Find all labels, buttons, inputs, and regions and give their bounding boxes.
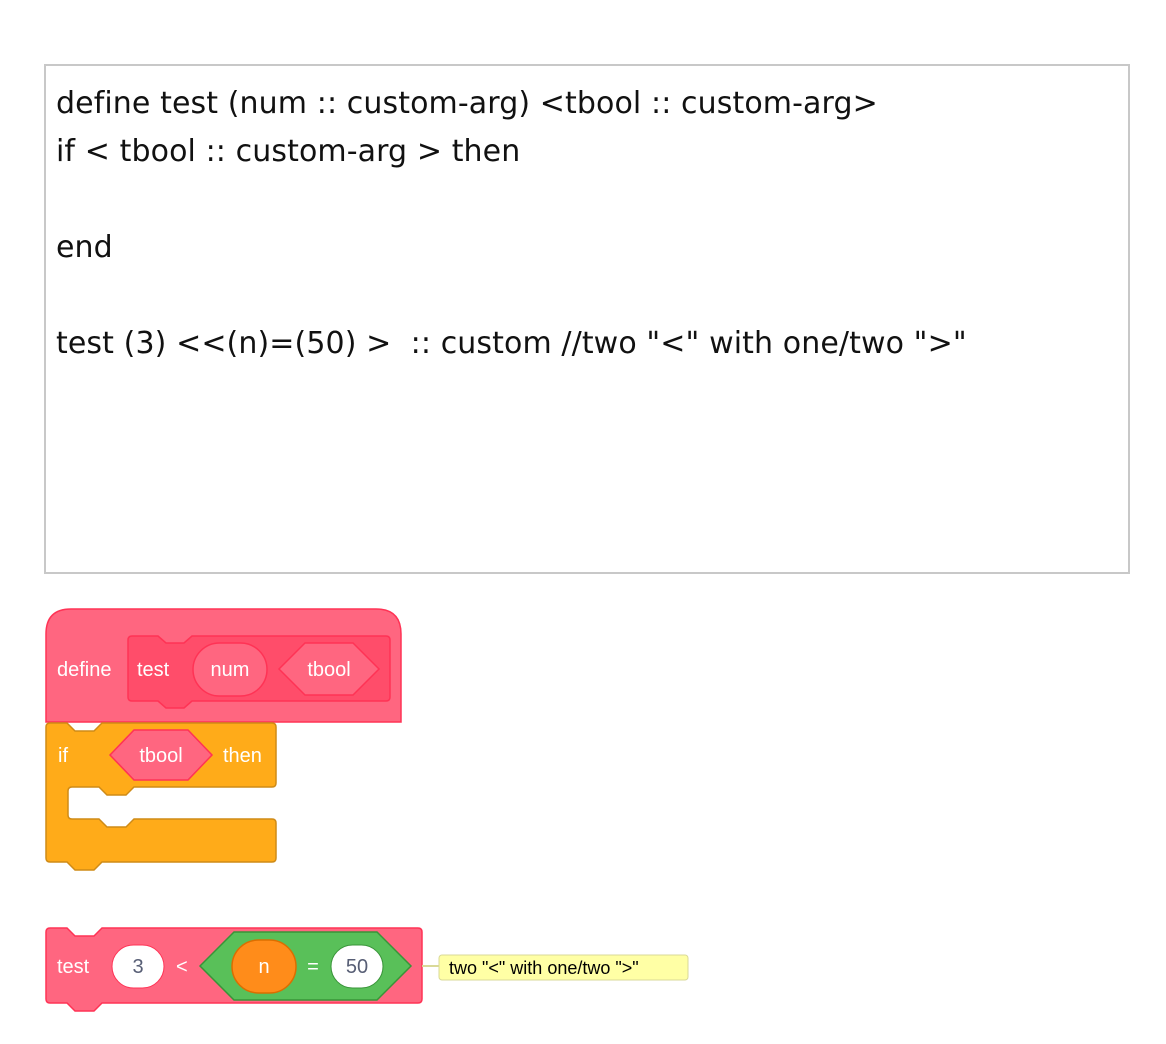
block-comment[interactable]: two "<" with one/two ">" <box>422 954 689 981</box>
then-keyword: then <box>223 745 262 767</box>
if-then-block[interactable]: if tbool then <box>45 722 277 871</box>
define-keyword: define <box>57 659 112 681</box>
blocks-canvas: define test num tbool if tbool then test… <box>45 608 689 1012</box>
arg-tbool-label: tbool <box>307 659 350 681</box>
if-keyword: if <box>58 745 68 767</box>
define-block-name: test <box>137 659 170 681</box>
arg-value-text: 3 <box>132 956 143 978</box>
arg-num-label: num <box>211 659 250 681</box>
equals-symbol: = <box>307 956 319 978</box>
condition-tbool-label: tbool <box>139 745 182 767</box>
less-than-symbol: < <box>176 956 188 978</box>
test-call-block[interactable]: test 3 < n = 50 <box>45 927 423 1012</box>
compare-value-text: 50 <box>346 956 368 978</box>
call-block-name: test <box>57 956 90 978</box>
comment-text: two "<" with one/two ">" <box>449 958 639 978</box>
variable-n-label: n <box>258 956 269 978</box>
define-hat-block[interactable]: define test num tbool <box>45 608 402 723</box>
